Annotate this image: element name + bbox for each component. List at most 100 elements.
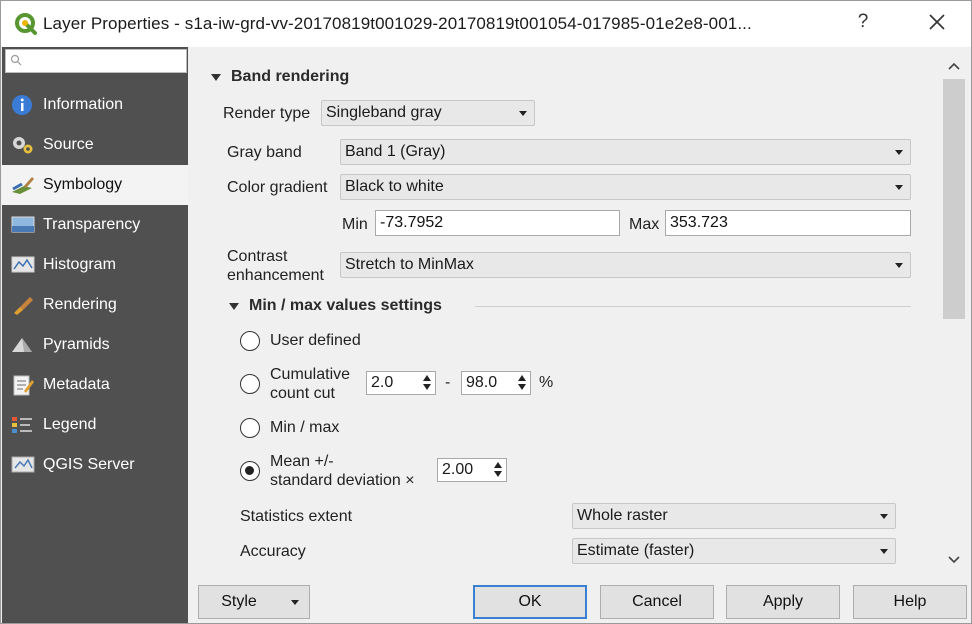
sidebar-item-label: QGIS Server (43, 456, 135, 473)
chevron-down-icon (291, 600, 299, 605)
scroll-up-icon[interactable] (948, 61, 960, 71)
chevron-down-icon (880, 514, 888, 519)
contrast-enhancement-select[interactable]: Stretch to MinMax (340, 252, 911, 278)
close-icon[interactable] (923, 7, 951, 37)
sidebar-item-label: Rendering (43, 296, 117, 313)
contrast-label-line1: Contrast (227, 248, 288, 265)
color-gradient-label: Color gradient (227, 179, 328, 196)
help-icon[interactable]: ? (853, 11, 873, 33)
min-input[interactable]: -73.7952 (375, 210, 620, 236)
rendering-icon (14, 297, 33, 315)
sidebar-item-source[interactable]: Source (2, 125, 188, 165)
mean-stddev-radio[interactable] (240, 461, 260, 481)
band-rendering-header[interactable]: Band rendering (211, 68, 349, 86)
accuracy-label: Accuracy (240, 543, 306, 560)
color-gradient-select[interactable]: Black to white (340, 174, 911, 200)
min-label: Min (342, 216, 368, 233)
chevron-down-icon (895, 263, 903, 268)
mean-label-line1: Mean +/- (270, 453, 334, 470)
render-type-select[interactable]: Singleband gray (321, 100, 535, 126)
percent-label: % (539, 374, 554, 391)
apply-button[interactable]: Apply (726, 585, 840, 619)
ok-button[interactable]: OK (473, 585, 587, 619)
help-button[interactable]: Help (853, 585, 967, 619)
sidebar-item-label: Symbology (43, 176, 123, 193)
spin-arrows-icon[interactable] (421, 374, 433, 392)
range-dash: - (445, 374, 451, 391)
sidebar-item-information[interactable]: Information (2, 85, 188, 125)
collapse-triangle-icon (211, 73, 221, 81)
sidebar-item-label: Metadata (43, 376, 110, 393)
contrast-enhancement-label: Contrast enhancement (227, 247, 324, 285)
min-max-radio[interactable] (240, 418, 260, 438)
user-defined-radio[interactable] (240, 331, 260, 351)
cancel-button[interactable]: Cancel (600, 585, 714, 619)
cumulative-label-line1: Cumulative (270, 366, 351, 383)
spin-arrows-icon[interactable] (492, 461, 504, 479)
render-type-value: Singleband gray (326, 104, 442, 121)
dialog-button-bar: Style OK Cancel Apply Help (189, 577, 971, 623)
qgis-server-icon (11, 456, 35, 473)
gray-band-select[interactable]: Band 1 (Gray) (340, 139, 911, 165)
statistics-extent-label: Statistics extent (240, 508, 353, 525)
statistics-extent-select[interactable]: Whole raster (572, 503, 896, 529)
cumulative-low-spinbox[interactable]: 2.0 (366, 371, 436, 395)
sidebar-item-label: Pyramids (43, 336, 110, 353)
scroll-down-icon[interactable] (948, 555, 960, 565)
sidebar-item-histogram[interactable]: Histogram (2, 245, 188, 285)
accuracy-value: Estimate (faster) (577, 542, 695, 559)
window-title: Layer Properties - s1a-iw-grd-vv-2017081… (43, 14, 752, 33)
symbology-icon (12, 177, 34, 194)
collapse-triangle-icon (229, 302, 239, 310)
information-icon (12, 95, 32, 115)
min-max-label[interactable]: Min / max (270, 419, 339, 437)
transparency-icon (11, 216, 35, 233)
chevron-down-icon (880, 549, 888, 554)
sidebar-item-qgis-server[interactable]: QGIS Server (2, 445, 188, 485)
section-title: Min / max values settings (249, 297, 442, 314)
sidebar-item-transparency[interactable]: Transparency (2, 205, 188, 245)
cumulative-high-value: 98.0 (466, 374, 498, 391)
sidebar-item-label: Transparency (43, 216, 141, 233)
cumulative-high-spinbox[interactable]: 98.0 (461, 371, 531, 395)
symbology-panel: Band rendering Render type Singleband gr… (189, 47, 937, 577)
search-input[interactable] (5, 49, 187, 73)
stddev-multiplier-spinbox[interactable]: 2.00 (437, 458, 507, 482)
style-button[interactable]: Style (198, 585, 310, 619)
qgis-logo-icon (15, 13, 37, 35)
sidebar-item-pyramids[interactable]: Pyramids (2, 325, 188, 365)
user-defined-label[interactable]: User defined (270, 332, 361, 350)
vertical-scrollbar[interactable] (939, 47, 969, 577)
section-title: Band rendering (231, 68, 350, 85)
scrollbar-thumb[interactable] (943, 79, 965, 319)
sidebar: Information Source Symbology Transparenc… (2, 47, 188, 623)
sidebar-item-metadata[interactable]: Metadata (2, 365, 188, 405)
title-bar: Layer Properties - s1a-iw-grd-vv-2017081… (1, 1, 971, 47)
gray-band-label: Gray band (227, 144, 302, 161)
legend-icon (12, 417, 32, 433)
color-gradient-value: Black to white (345, 178, 444, 195)
max-input[interactable]: 353.723 (665, 210, 911, 236)
section-divider (475, 306, 911, 307)
cumulative-count-cut-label[interactable]: Cumulative count cut (270, 365, 350, 403)
style-button-label: Style (221, 593, 257, 610)
statistics-extent-value: Whole raster (577, 507, 668, 524)
spin-arrows-icon[interactable] (516, 374, 528, 392)
sidebar-item-legend[interactable]: Legend (2, 405, 188, 445)
max-label: Max (629, 216, 660, 233)
accuracy-select[interactable]: Estimate (faster) (572, 538, 896, 564)
chevron-down-icon (895, 150, 903, 155)
layer-properties-window: Layer Properties - s1a-iw-grd-vv-2017081… (0, 0, 972, 624)
contrast-label-line2: enhancement (227, 267, 324, 284)
sidebar-item-label: Source (43, 136, 94, 153)
cumulative-label-line2: count cut (270, 385, 335, 402)
contrast-enhancement-value: Stretch to MinMax (345, 256, 474, 273)
mean-stddev-label[interactable]: Mean +/- standard deviation × (270, 452, 415, 490)
render-type-label: Render type (223, 105, 311, 122)
cumulative-count-cut-radio[interactable] (240, 374, 260, 394)
sidebar-item-rendering[interactable]: Rendering (2, 285, 188, 325)
minmax-settings-header[interactable]: Min / max values settings (229, 297, 442, 315)
sidebar-item-label: Histogram (43, 256, 116, 273)
sidebar-item-symbology[interactable]: Symbology (2, 165, 188, 205)
stddev-multiplier-value: 2.00 (442, 461, 474, 478)
